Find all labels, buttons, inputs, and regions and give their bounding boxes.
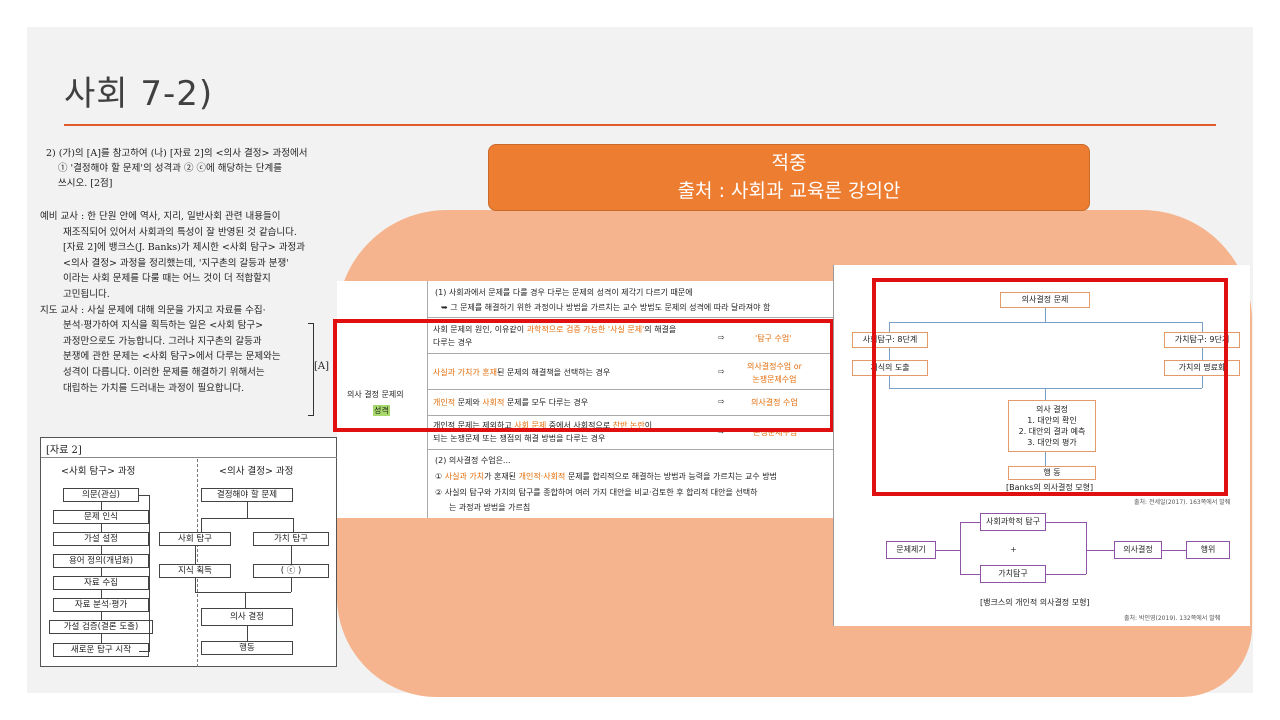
data2-panel: [자료 2] <사회 탐구> 과정 <의사 결정> 과정 의문(관심) 문제 인… xyxy=(40,437,338,667)
dialog-line: 성격이 다릅니다. 이러한 문제를 해결하기 위해서는 xyxy=(63,366,265,378)
table-rule xyxy=(427,449,837,450)
left-step: 용어 정의(개념화) xyxy=(53,554,149,568)
branch-line xyxy=(201,518,293,519)
dialog-line: [자료 2]에 뱅크스(J. Banks)가 제시한 <사회 탐구> 과정과 xyxy=(63,242,305,254)
model-source: 출처: 박인영(2019). 132쪽에서 발췌 xyxy=(1124,615,1221,622)
left-step: 의문(관심) xyxy=(63,488,139,502)
right-step-action: 행동 xyxy=(201,641,293,655)
step-arrow xyxy=(195,546,196,564)
red-highlight-box xyxy=(333,319,834,432)
right-step-social: 사회 탐구 xyxy=(159,532,231,546)
model-line xyxy=(1162,550,1186,551)
dialog-line: 과정만으로도 가능합니다. 그러나 지구촌의 갈등과 xyxy=(63,335,262,347)
question-line: ① '결정해야 할 문제'의 성격과 ② ⓒ에 해당하는 단계를 xyxy=(58,163,282,174)
text-span: 되는 논쟁문제 또는 쟁점의 해결 방법을 다루는 경우 xyxy=(433,434,606,443)
red-highlight-box-flow xyxy=(872,278,1228,496)
table-rule xyxy=(427,317,837,318)
model-line xyxy=(960,522,961,574)
dialog-line: 고민됩니다. xyxy=(63,288,110,300)
step-arrow xyxy=(293,518,294,532)
data2-title: [자료 2] xyxy=(46,445,82,456)
left-step: 새로운 탐구 시작 xyxy=(53,643,149,657)
right-step-blank: ( ⓒ ) xyxy=(253,564,329,578)
bottom-line: ② 사실의 탐구와 가치의 탐구를 종합하여 여러 가지 대안을 비교·검토한 … xyxy=(435,488,758,497)
question-text: 2) (가)의 [A]를 참고하여 (나) [자료 2]의 <의사 결정> 과정… xyxy=(46,146,346,191)
step-arrow xyxy=(101,590,102,598)
step-arrow xyxy=(101,612,102,620)
dialog-line: 지도 교사 : 사실 문제에 대해 의문을 가지고 자료를 수집· xyxy=(40,304,266,316)
left-step: 가설 설정 xyxy=(53,532,149,546)
step-arrow xyxy=(291,546,292,564)
step-arrow xyxy=(101,568,102,576)
text-span: 문제를 합리적으로 해결하는 방법과 능력을 가르치는 교수 방법 xyxy=(565,472,777,481)
bottom-line: ① 사실과 가치가 혼재된 개인적·사회적 문제를 합리적으로 해결하는 방법과… xyxy=(435,471,777,482)
flow-source: 출처: 전세일(2017). 163쪽에서 발췌 xyxy=(1134,499,1231,506)
question-line: 2) (가)의 [A]를 참고하여 (나) [자료 2]의 <의사 결정> 과정… xyxy=(46,148,308,159)
dialog-line: 분석·평가하여 지식을 획득하는 일은 <사회 탐구> xyxy=(63,320,264,332)
decision-heading: <의사 결정> 과정 xyxy=(219,466,294,477)
right-step-value: 가치 탐구 xyxy=(253,532,329,546)
step-arrow xyxy=(291,578,292,592)
loop-line xyxy=(139,495,150,652)
merge-line xyxy=(195,592,291,593)
dialog-line: 예비 교사 : 한 단원 안에 역사, 지리, 일반사회 관련 내용들이 xyxy=(40,211,281,222)
model-line xyxy=(960,574,980,575)
banner-line-2: 출처 : 사회과 교육론 강의안 xyxy=(677,180,901,202)
left-step: 자료 분석·평가 xyxy=(53,598,149,612)
step-arrow xyxy=(245,592,246,608)
model-science: 사회과학적 탐구 xyxy=(980,513,1046,531)
right-step-knowledge: 지식 획득 xyxy=(159,564,231,578)
slide-title: 사회 7-2) xyxy=(64,74,214,114)
dialog-line: 재조직되어 있어서 사회과의 특성이 잘 반영된 것 같습니다. xyxy=(63,226,297,238)
left-step: 가설 검증(결론 도출) xyxy=(49,620,153,634)
step-arrow xyxy=(101,634,102,643)
social-inquiry-heading: <사회 탐구> 과정 xyxy=(61,466,136,477)
model-caption: [뱅크스의 개인적 의사결정 모형] xyxy=(980,598,1090,607)
model-problem: 문제제기 xyxy=(886,541,936,559)
dialog-text: 예비 교사 : 한 단원 안에 역사, 지리, 일반사회 관련 내용들이 재조직… xyxy=(40,209,340,396)
step-arrow xyxy=(101,502,102,510)
model-line xyxy=(1086,522,1087,574)
model-line xyxy=(960,522,980,523)
table-line: ➥ 그 문제를 해결하기 위한 과정이나 방법을 가르치는 교수 방법도 문제의… xyxy=(441,303,771,312)
step-arrow xyxy=(247,502,248,518)
step-arrow xyxy=(195,578,196,592)
dialog-line: 분쟁에 관한 문제는 <사회 탐구>에서 다루는 문제와는 xyxy=(63,351,281,363)
source-banner: 적중 출처 : 사회과 교육론 강의안 xyxy=(488,144,1090,211)
banner-line-1: 적중 xyxy=(771,152,807,174)
text-span: ① xyxy=(435,472,445,481)
data2-header-rule xyxy=(41,457,338,458)
step-arrow xyxy=(247,626,248,641)
table-line: (1) 사회과에서 문제를 다룰 경우 다루는 문제의 성격이 제각기 다르기 … xyxy=(435,288,693,297)
model-line xyxy=(1046,574,1086,575)
bottom-line: 는 과정과 방법을 가르침 xyxy=(449,503,531,512)
bracket-label: [A] xyxy=(314,361,330,372)
step-arrow xyxy=(101,546,102,554)
model-line xyxy=(1046,522,1086,523)
text-span: 가 혼재된 xyxy=(484,472,519,481)
dialog-line: <의사 결정> 과정을 정리했는데, '지구촌의 갈등과 분쟁' xyxy=(63,257,289,269)
dialog-line: 이라는 사회 문제를 다룰 때는 어느 것이 더 적합할지 xyxy=(63,273,271,285)
model-plus: + xyxy=(1010,545,1017,554)
text-span: 개인적·사회적 xyxy=(518,472,566,481)
model-value: 가치탐구 xyxy=(980,565,1046,583)
right-step-decision: 의사 결정 xyxy=(201,608,293,626)
data2-divider xyxy=(197,459,199,667)
step-arrow xyxy=(101,524,102,532)
question-line: 쓰시오. [2점] xyxy=(58,178,113,189)
model-line xyxy=(936,550,960,551)
model-decide: 의사결정 xyxy=(1114,541,1162,559)
dialog-line: 대립하는 가치를 드러내는 과정이 필요합니다. xyxy=(63,382,245,394)
left-step: 자료 수집 xyxy=(53,576,149,590)
step-arrow xyxy=(201,518,202,532)
text-span: 사실과 가치 xyxy=(444,472,485,481)
title-underline xyxy=(64,124,1216,126)
bottom-line: (2) 의사결정 수업은... xyxy=(435,456,511,465)
model-line xyxy=(1086,550,1114,551)
model-act: 행위 xyxy=(1186,541,1230,559)
left-step: 문제 인식 xyxy=(53,510,149,524)
right-step-problem: 결정해야 할 문제 xyxy=(201,488,293,502)
